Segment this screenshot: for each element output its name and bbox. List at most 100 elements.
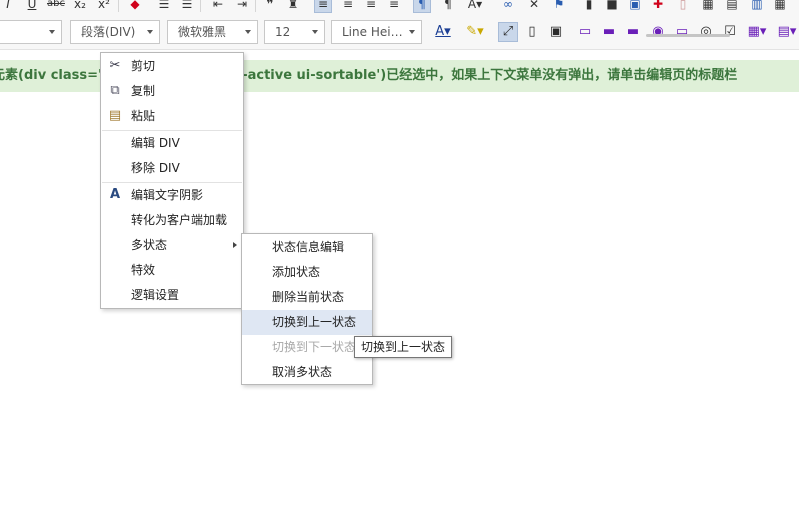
menu-item-label: 编辑文字阴影 [131, 188, 204, 202]
link-icon[interactable]: ∞ [500, 0, 516, 12]
rtl-direction-icon[interactable]: ¶ [440, 0, 456, 12]
media-icon[interactable]: ▦ [700, 0, 716, 12]
menu-item-label: 剪切 [131, 59, 156, 73]
subscript-icon[interactable]: x₂ [72, 0, 88, 12]
copy-icon: ⧉ [110, 83, 120, 98]
anchor-icon[interactable]: ♜ [285, 0, 301, 12]
grid-menu-icon[interactable]: ▦▾ [745, 23, 769, 41]
menu-item-logic-settings[interactable]: 逻辑设置 [101, 283, 243, 308]
paragraph-format-select[interactable]: 段落(DIV) [70, 20, 160, 44]
strikethrough-icon[interactable]: abc [46, 0, 66, 12]
unlink-icon[interactable]: ✕ [526, 0, 542, 12]
menu-item-label: 特效 [131, 263, 156, 277]
line-height-value: Line Hei… [342, 25, 403, 39]
chevron-down-icon [409, 30, 415, 34]
textbox-widget-icon[interactable]: ▬ [624, 23, 642, 41]
submenu-item-previous-state[interactable]: 切换到上一状态 [242, 310, 372, 335]
list-menu-icon[interactable]: ▤▾ [775, 23, 799, 41]
align-right-icon[interactable]: ≡ [363, 0, 379, 12]
tooltip-text: 切换到上一状态 [361, 340, 446, 354]
document-icon[interactable]: ▥ [749, 0, 765, 12]
medical-cross-icon[interactable]: ✚ [650, 0, 666, 12]
blockquote-icon[interactable]: ❞ [262, 0, 278, 12]
submenu-item-delete-state[interactable]: 删除当前状态 [242, 285, 372, 310]
context-menu: ✂ 剪切 ⧉ 复制 ▤ 粘贴 编辑 DIV 移除 DIV A 编辑文字阴影 转化… [100, 52, 244, 309]
font-family-value: 微软雅黑 [178, 25, 227, 39]
submenu-item-label: 添加状态 [272, 265, 321, 279]
menu-item-multi-state[interactable]: 多状态 [101, 233, 243, 258]
submenu-item-next-state[interactable]: 切换到下一状态 [242, 335, 372, 360]
ordered-list-icon[interactable]: ☰ [156, 0, 172, 12]
radio-widget-icon[interactable]: ◉ [649, 23, 667, 41]
italic-icon[interactable]: I [0, 0, 16, 12]
chevron-down-icon [49, 30, 55, 34]
submenu-item-label: 状态信息编辑 [272, 240, 345, 254]
align-center-icon[interactable]: ≡ [340, 0, 356, 12]
menu-item-label: 转化为客户端加载 [131, 213, 228, 227]
underline-icon[interactable]: U [24, 0, 40, 12]
page-break-icon[interactable]: ▯ [675, 0, 691, 12]
button-widget-icon[interactable]: ▬ [600, 23, 618, 41]
outdent-icon[interactable]: ⇤ [210, 0, 226, 12]
font-family-select[interactable]: 微软雅黑 [167, 20, 258, 44]
preview-eye-icon[interactable]: ◎ [697, 23, 715, 41]
table-icon[interactable]: ▦ [772, 0, 788, 12]
align-left-icon[interactable]: ≡ [314, 0, 332, 13]
flash-icon[interactable]: ■ [604, 0, 620, 12]
menu-item-text-shadow[interactable]: A 编辑文字阴影 [101, 183, 243, 208]
source-icon[interactable]: ▣ [547, 23, 565, 41]
font-size-select[interactable]: 12 [264, 20, 325, 44]
fullscreen-icon[interactable]: ⤢ [498, 22, 518, 42]
paste-icon: ▤ [108, 108, 122, 123]
text-shadow-icon: A [109, 187, 121, 202]
menu-item-copy[interactable]: ⧉ 复制 [101, 79, 243, 104]
tooltip: 切换到上一状态 [354, 336, 453, 358]
ltr-direction-icon[interactable]: ¶ [413, 0, 431, 13]
toolbar-separator [255, 0, 256, 12]
menu-item-label: 移除 DIV [131, 161, 180, 175]
font-color-icon[interactable]: A▾ [430, 23, 456, 41]
submenu-item-cancel-multi-state[interactable]: 取消多状态 [242, 360, 372, 385]
chevron-down-icon [245, 30, 251, 34]
menu-item-label: 复制 [131, 84, 156, 98]
menu-item-label: 多状态 [131, 238, 168, 252]
toolbar-row-formatting: 段落(DIV) 微软雅黑 12 Line Hei… A▾ ✎▾ ⤢ ▯ ▣ ▭ … [0, 14, 799, 50]
chevron-down-icon [147, 30, 153, 34]
align-justify-icon[interactable]: ≡ [386, 0, 402, 12]
submenu-item-edit-state-info[interactable]: 状态信息编辑 [242, 235, 372, 260]
toolbar-scrollbar[interactable] [646, 34, 730, 37]
menu-item-label: 粘贴 [131, 109, 156, 123]
toolbar-separator [200, 0, 201, 12]
show-blocks-icon[interactable]: ▯ [523, 23, 541, 41]
eraser-icon[interactable]: ◆ [127, 0, 143, 12]
iframe-icon[interactable]: ▤ [724, 0, 740, 12]
superscript-icon[interactable]: x² [96, 0, 112, 12]
hidden-field-icon[interactable]: ▭ [673, 23, 691, 41]
submenu-item-label: 切换到上一状态 [272, 315, 357, 329]
image-icon[interactable]: ▣ [627, 0, 643, 12]
menu-item-edit-div[interactable]: 编辑 DIV [101, 131, 243, 156]
menu-item-remove-div[interactable]: 移除 DIV [101, 156, 243, 181]
font-size-value: 12 [275, 25, 291, 39]
submenu-item-add-state[interactable]: 添加状态 [242, 260, 372, 285]
chart-icon[interactable]: ▮ [581, 0, 597, 12]
scissors-icon: ✂ [109, 58, 121, 73]
paragraph-format-value: 段落(DIV) [81, 25, 136, 39]
toolbar-separator [118, 0, 119, 12]
line-height-select[interactable]: Line Hei… [331, 20, 422, 44]
menu-item-client-load[interactable]: 转化为客户端加载 [101, 208, 243, 233]
style-select[interactable] [0, 20, 62, 44]
chevron-down-icon [312, 30, 318, 34]
menu-item-paste[interactable]: ▤ 粘贴 [101, 104, 243, 129]
unordered-list-icon[interactable]: ☰ [179, 0, 195, 12]
multi-state-submenu: 状态信息编辑 添加状态 删除当前状态 切换到上一状态 切换到下一状态 取消多状态 [241, 233, 373, 385]
indent-icon[interactable]: ⇥ [234, 0, 250, 12]
flag-anchor-icon[interactable]: ⚑ [551, 0, 567, 12]
checkbox-icon[interactable]: ☑ [721, 23, 739, 41]
highlight-color-icon[interactable]: ✎▾ [462, 23, 488, 41]
comment-icon[interactable]: ▭ [576, 23, 594, 41]
menu-item-effects[interactable]: 特效 [101, 258, 243, 283]
menu-item-label: 编辑 DIV [131, 136, 180, 150]
menu-item-cut[interactable]: ✂ 剪切 [101, 54, 243, 79]
language-icon[interactable]: A▾ [464, 0, 486, 12]
